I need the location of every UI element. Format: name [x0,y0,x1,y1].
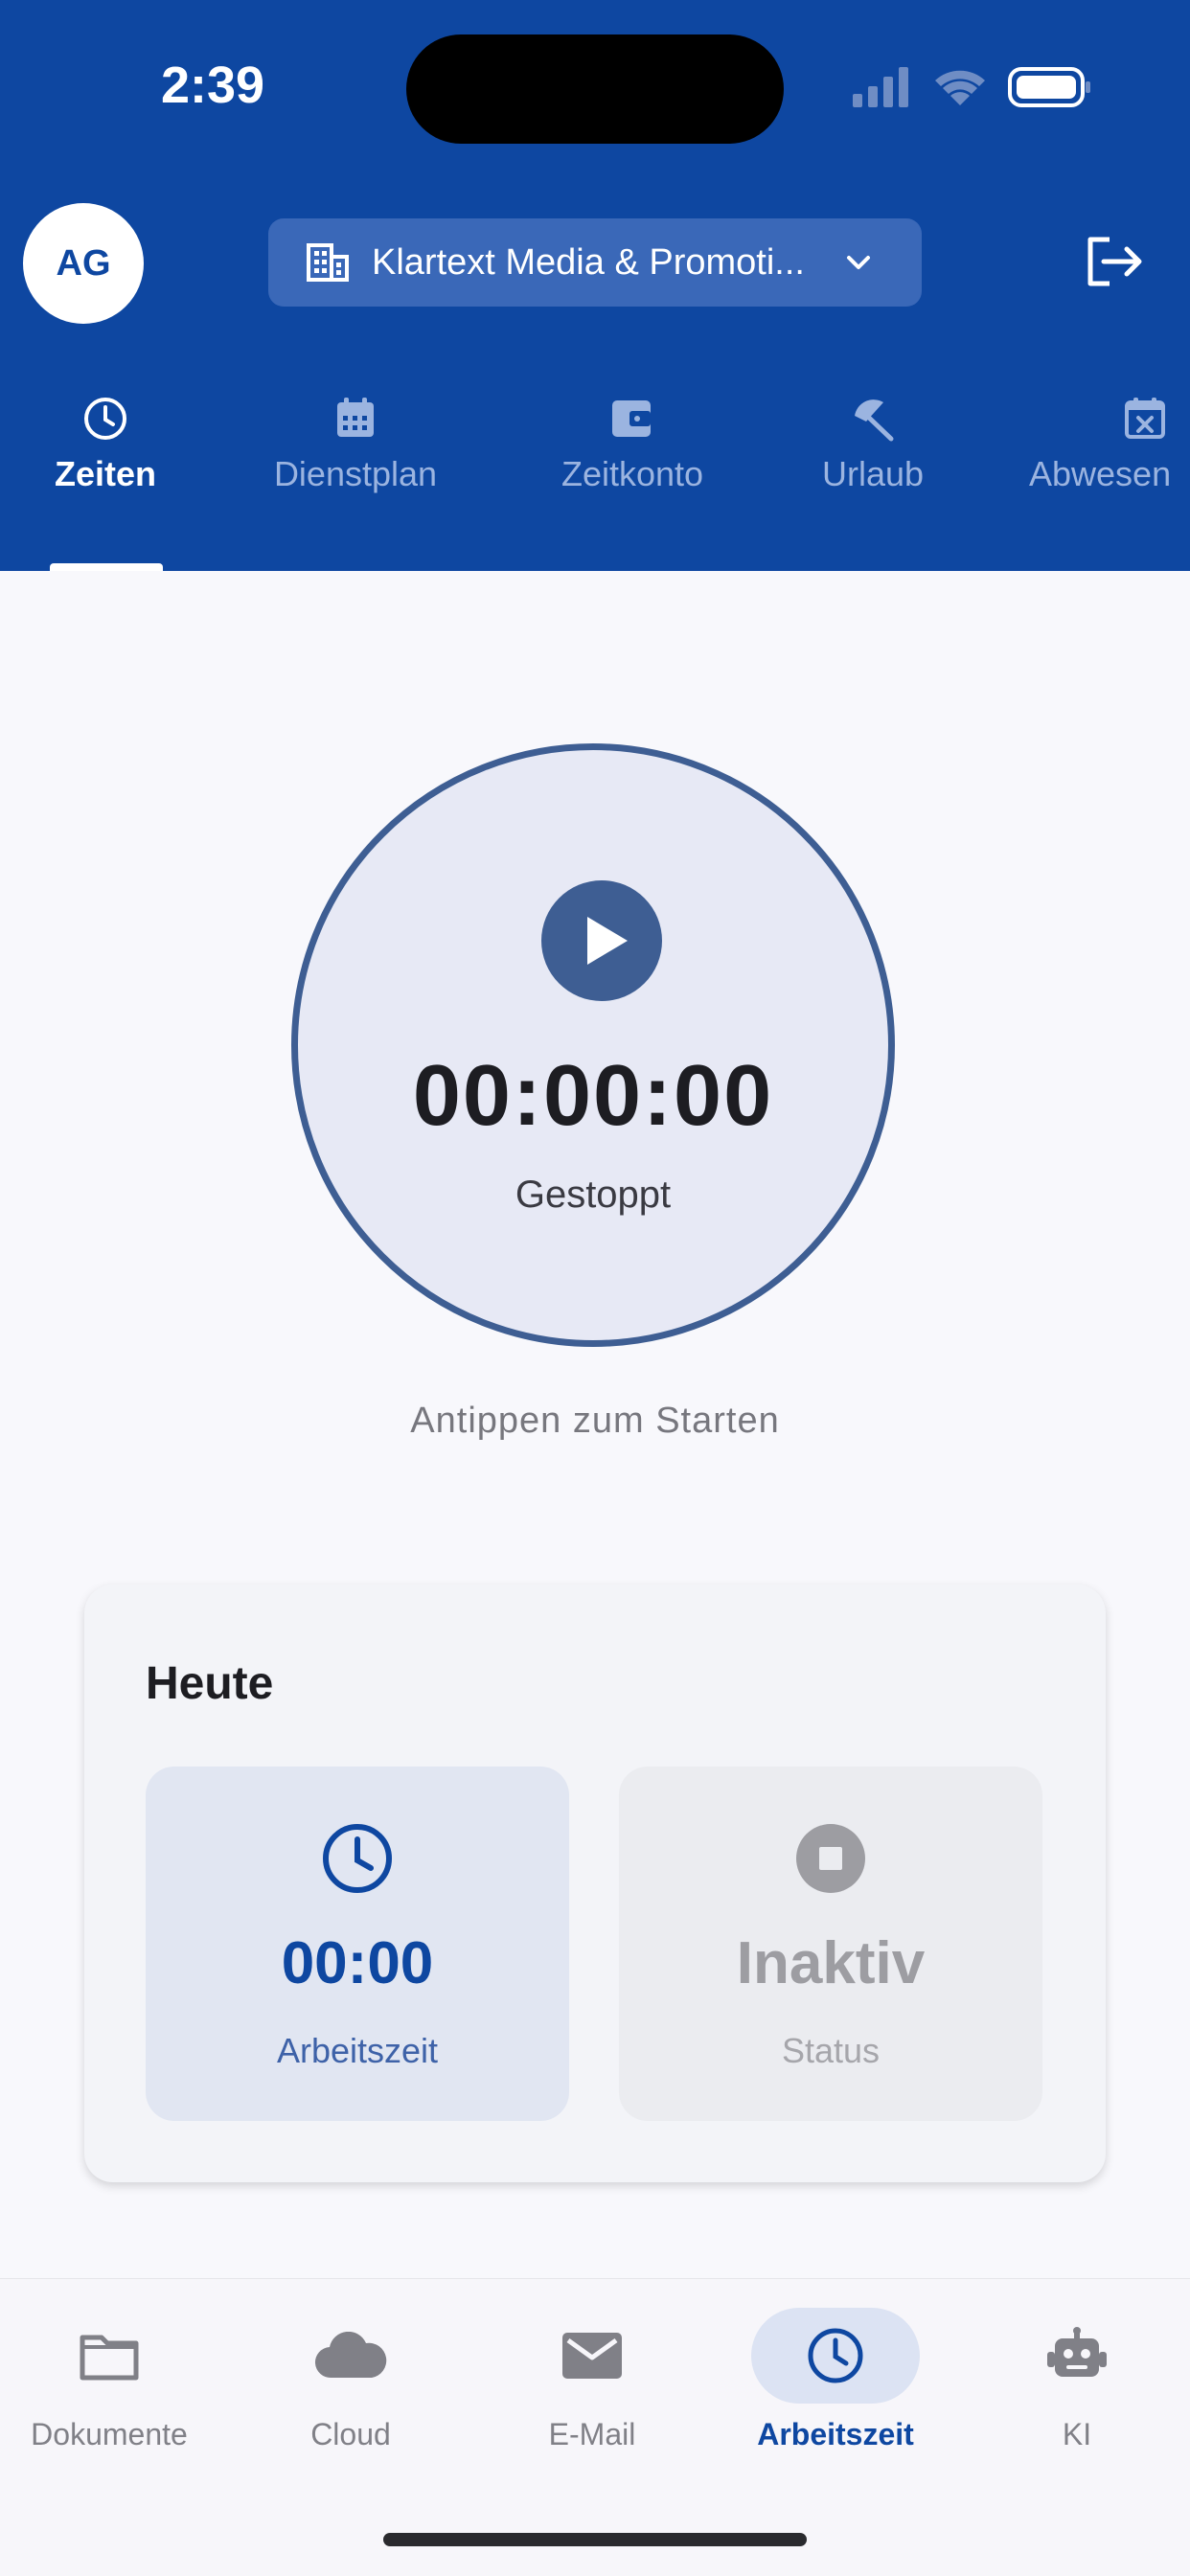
home-indicator [383,2533,807,2546]
timer-status: Gestoppt [515,1174,672,1216]
tab-zeiten[interactable]: Zeiten [29,395,182,529]
wallet-icon [612,400,651,437]
status-tile: Inaktiv Status [619,1767,1042,2121]
signal-icon [853,67,908,107]
today-title: Heute [146,1658,274,1709]
tab-label: Abwesen [1029,454,1172,493]
company-name: Klartext Media & Promoti... [372,242,805,283]
status-icons [853,67,1090,107]
robot-icon [1047,2327,1107,2377]
today-card: Heute 00:00 Arbeitszeit Inaktiv Status [84,1584,1106,2182]
logout-icon[interactable] [1085,234,1144,289]
nav-arbeitszeit[interactable]: Arbeitszeit [730,2308,941,2452]
nav-label: E-Mail [548,2417,636,2451]
cloud-icon [315,2332,387,2379]
folder-icon [80,2335,139,2381]
work-time-tile: 00:00 Arbeitszeit [146,1767,569,2121]
tab-abwesenheit[interactable]: Abwesen [1029,395,1190,529]
nav-label: Arbeitszeit [757,2417,914,2451]
beach-umbrella-icon [855,399,894,442]
mail-icon [562,2333,622,2379]
status-value: Inaktiv [736,1930,926,1996]
tab-label: Urlaub [821,454,925,493]
timer-hint: Antippen zum Starten [410,1401,780,1441]
nav-label: KI [1062,2417,1092,2451]
work-time-label: Arbeitszeit [276,2031,439,2070]
tab-urlaub[interactable]: Urlaub [812,395,933,529]
nav-cloud[interactable]: Cloud [245,2308,456,2452]
tab-zeitkonto[interactable]: Zeitkonto [544,395,721,529]
nav-email[interactable]: E-Mail [487,2308,698,2452]
clock-icon [84,398,126,440]
status-label: Status [781,2031,881,2070]
status-bar-time: 2:39 [161,57,265,114]
dynamic-island [406,34,784,144]
work-time-value: 00:00 [281,1930,434,1996]
wifi-icon [935,70,985,105]
clock-icon [808,2328,863,2383]
bottom-navigation: Dokumente Cloud E-Mail Arbeitszeit KI [0,2278,1190,2576]
nav-dokumente[interactable]: Dokumente [4,2308,215,2452]
tab-dienstplan[interactable]: Dienstplan [255,395,456,529]
timer-button[interactable]: 00:00:00 Gestoppt [291,743,895,1347]
calendar-x-icon [1125,398,1165,439]
active-tab-indicator [50,563,163,571]
tab-label: Dienstplan [273,454,438,493]
building-icon [307,243,349,282]
nav-label: Dokumente [31,2417,188,2451]
timer-value: 00:00:00 [412,1048,774,1144]
chevron-down-icon [847,256,870,269]
play-icon [587,917,628,965]
nav-ki[interactable]: KI [972,2308,1182,2452]
clock-icon [323,1824,392,1893]
company-selector[interactable]: Klartext Media & Promoti... [268,218,922,307]
app-header: 2:39 AG Klartext Media & Promoti... Zeit… [0,0,1190,571]
user-avatar[interactable]: AG [23,203,144,324]
calendar-icon [337,398,374,437]
tab-label: Zeitkonto [561,454,704,493]
play-button[interactable] [541,880,662,1001]
stop-circle-icon [796,1824,865,1893]
battery-icon [1008,67,1090,107]
nav-label: Cloud [310,2417,391,2451]
tab-label: Zeiten [54,454,156,493]
